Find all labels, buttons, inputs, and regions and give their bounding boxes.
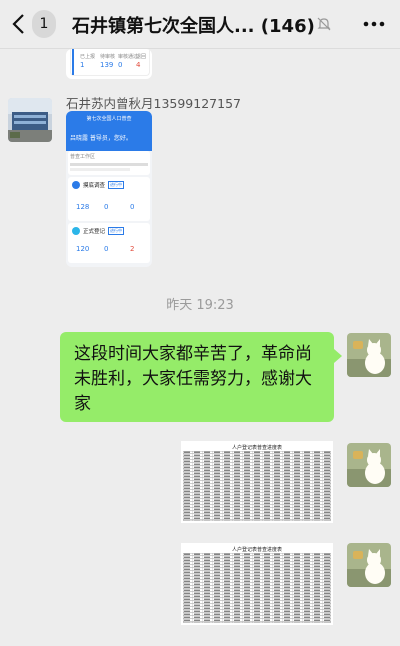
chat-title: 石井镇第七次全国人... (146) [72,12,315,38]
stat-number: 0 [118,61,123,69]
message-bubble[interactable]: 这段时间大家都辛苦了，革命尚未胜利，大家任需努力，感谢大家 [60,332,334,422]
member-count: (146) [260,16,315,37]
app-title: 第七次全国人口普查 [86,116,132,122]
image-message-partial[interactable]: 已上报 待审核 审核通过 退回 1 139 0 4 [66,49,152,79]
card-number: 2 [130,245,135,253]
card-tag: 进行中 [108,181,124,189]
sheet-grid [183,451,331,521]
image-message-spreadsheet[interactable]: 人户登记表普查进度表 [181,543,333,625]
stat-number: 1 [80,61,85,69]
card-label: 正式登记 [83,229,106,235]
card-number: 0 [130,203,135,211]
image-message-app-screenshot[interactable]: 第七次全国人口普查 吕晓露 普导员，您好。 普查工作区 摸底调查 进行中 128… [66,111,152,267]
sheet-grid [183,553,331,623]
card-tag: 进行中 [108,227,124,235]
card-number: 0 [104,203,109,211]
sheet-title: 人户登记表普查进度表 [231,445,282,451]
image-message-spreadsheet[interactable]: 人户登记表普查进度表 [181,441,333,523]
sheet-title: 人户登记表普查进度表 [231,547,282,553]
app-greeting: 吕晓露 普导员，您好。 [70,135,132,142]
unread-count-badge[interactable]: 1 [32,10,56,38]
sender-avatar[interactable] [8,98,52,142]
timestamp: 昨天 19:23 [166,298,234,313]
stat-number: 4 [136,61,141,69]
section-label: 普查工作区 [70,154,96,160]
card-number: 128 [76,203,90,211]
card-icon [72,227,80,235]
card-number: 0 [104,245,109,253]
chat-header: 1 石井镇第七次全国人... (146) [0,0,400,49]
message-text: 这段时间大家都辛苦了，革命尚未胜利，大家任需努力，感谢大家 [74,344,312,414]
my-avatar[interactable] [347,443,391,487]
more-options-icon[interactable] [362,18,386,30]
bubble-tail [334,349,342,363]
my-avatar[interactable] [347,333,391,377]
my-avatar[interactable] [347,543,391,587]
back-icon[interactable] [8,12,32,36]
group-name: 石井镇第七次全国人... [72,16,255,37]
card-icon [72,181,80,189]
stat-number: 139 [100,61,114,69]
card-label: 摸底调查 [83,183,106,189]
card-number: 120 [76,245,90,253]
mute-bell-icon [317,17,331,31]
sender-name: 石井苏内曾秋月13599127157 [66,96,241,111]
